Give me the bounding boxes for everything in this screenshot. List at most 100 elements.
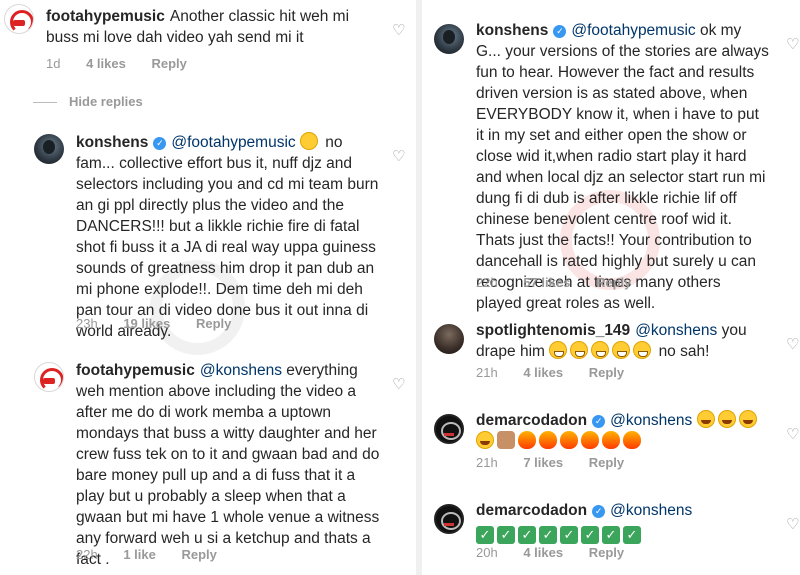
- comment-body: footahypemusic Another classic hit weh mi…: [46, 6, 380, 48]
- comment: spotlightenomis_149 @konshens you drape h…: [434, 320, 800, 390]
- comments-column-right: konshens ✓ @footahypemusic ok my G... your…: [422, 0, 800, 575]
- username[interactable]: demarcodadon: [476, 412, 587, 429]
- reply-button[interactable]: Reply: [181, 547, 216, 562]
- reply-button[interactable]: Reply: [589, 455, 624, 470]
- joy-emoji-icon: [738, 410, 757, 428]
- fire-emoji-icon: [539, 431, 557, 449]
- reply-button[interactable]: Reply: [589, 545, 624, 560]
- comment-meta: 20h 4 likes Reply: [476, 545, 646, 560]
- comment: konshens ✓ @footahypemusic ok my G... your…: [434, 20, 800, 312]
- check-mark-emoji-icon: ✓: [539, 526, 557, 544]
- mention-link[interactable]: @footahypemusic: [571, 22, 695, 39]
- timestamp: 21h: [476, 365, 498, 380]
- avatar[interactable]: [434, 414, 464, 444]
- likes-count[interactable]: 19 likes: [123, 316, 170, 331]
- fire-emoji-icon: [623, 431, 641, 449]
- mention-link[interactable]: @konshens: [610, 412, 692, 429]
- verified-icon: ✓: [592, 505, 606, 518]
- mention-link[interactable]: @konshens: [200, 362, 282, 379]
- timestamp: 20h: [476, 545, 498, 560]
- verified-icon: ✓: [592, 415, 606, 428]
- username[interactable]: konshens: [76, 134, 148, 151]
- mention-link[interactable]: @footahypemusic: [171, 134, 295, 151]
- fire-emoji-icon: [602, 431, 620, 449]
- likes-count[interactable]: 4 likes: [86, 56, 126, 71]
- fire-emoji-icon: [518, 431, 536, 449]
- username[interactable]: footahypemusic: [46, 8, 165, 25]
- raised-hands-emoji-icon: [497, 431, 515, 449]
- avatar[interactable]: [34, 362, 64, 392]
- avatar[interactable]: [434, 324, 464, 354]
- heart-outline-icon[interactable]: ♡: [786, 427, 800, 442]
- heart-outline-icon[interactable]: ♡: [786, 37, 800, 52]
- heart-outline-icon[interactable]: ♡: [392, 149, 406, 164]
- likes-count[interactable]: 57 likes: [523, 275, 570, 290]
- likes-count[interactable]: 7 likes: [523, 455, 563, 470]
- comment-text: no fam... collective effort bus it, nuff…: [76, 134, 379, 340]
- fire-emoji-icon: [560, 431, 578, 449]
- username[interactable]: demarcodadon: [476, 502, 587, 519]
- heart-outline-icon[interactable]: ♡: [392, 23, 406, 38]
- likes-count[interactable]: 4 likes: [523, 365, 563, 380]
- check-mark-emoji-icon: ✓: [518, 526, 536, 544]
- avatar[interactable]: [4, 4, 34, 34]
- timestamp: 1d: [46, 56, 61, 71]
- username[interactable]: spotlightenomis_149: [476, 322, 630, 339]
- check-mark-emoji-icon: ✓: [497, 526, 515, 544]
- timestamp: 22h: [76, 547, 98, 562]
- username[interactable]: konshens: [476, 22, 548, 39]
- mention-link[interactable]: @konshens: [635, 322, 717, 339]
- comment-meta: 22h 1 like Reply: [76, 547, 239, 562]
- grin-emoji-icon: [633, 341, 652, 359]
- joy-emoji-icon: [717, 410, 736, 428]
- mention-link[interactable]: @konshens: [610, 502, 692, 519]
- comment-meta: 23h 19 likes Reply: [76, 316, 253, 331]
- comment: footahypemusic Another classic hit weh mi…: [4, 0, 416, 80]
- comment-meta: 21h 4 likes Reply: [476, 365, 646, 380]
- heart-outline-icon[interactable]: ♡: [786, 337, 800, 352]
- check-mark-emoji-icon: ✓: [602, 526, 620, 544]
- comment: demarcodadon ✓ @konshens ✓ ✓ ✓ ✓ ✓ ✓ ✓ ✓ ♡ 20h 4 …: [434, 500, 800, 570]
- grin-emoji-icon: [591, 341, 610, 359]
- comment-body: demarcodadon ✓ @konshens ✓ ✓ ✓ ✓ ✓ ✓ ✓ ✓: [476, 500, 770, 544]
- comment-meta: 1d 4 likes Reply: [46, 56, 209, 71]
- comment-body: konshens ✓ @footahypemusic no fam... colle…: [76, 132, 382, 342]
- avatar[interactable]: [434, 24, 464, 54]
- reply-button[interactable]: Reply: [589, 365, 624, 380]
- grin-emoji-icon: [612, 341, 631, 359]
- comment-body: demarcodadon ✓ @konshens: [476, 410, 770, 452]
- comment-body: spotlightenomis_149 @konshens you drape h…: [476, 320, 770, 362]
- comment: footahypemusic @konshens everything weh m…: [34, 358, 416, 568]
- reply-button[interactable]: Reply: [151, 56, 186, 71]
- heart-outline-icon[interactable]: ♡: [786, 517, 800, 532]
- grin-emoji-icon: [549, 341, 568, 359]
- likes-count[interactable]: 4 likes: [523, 545, 563, 560]
- heart-outline-icon[interactable]: ♡: [392, 377, 406, 392]
- reply-button[interactable]: Reply: [596, 275, 631, 290]
- username[interactable]: footahypemusic: [76, 362, 195, 379]
- fire-emoji-icon: [581, 431, 599, 449]
- smile-emoji-icon: [299, 132, 318, 150]
- joy-emoji-icon: [696, 410, 715, 428]
- grin-emoji-icon: [570, 341, 589, 359]
- check-mark-emoji-icon: ✓: [476, 526, 494, 544]
- comment-text: everything weh mention above including t…: [76, 362, 380, 568]
- verified-icon: ✓: [153, 137, 167, 150]
- hide-replies-button[interactable]: Hide replies: [33, 94, 143, 109]
- likes-count[interactable]: 1 like: [123, 547, 156, 562]
- verified-icon: ✓: [553, 25, 567, 38]
- comment-body: footahypemusic @konshens everything weh m…: [76, 360, 382, 570]
- comment: demarcodadon ✓ @konshens ♡ 21h 7 likes Rep…: [434, 410, 800, 480]
- check-mark-emoji-icon: ✓: [560, 526, 578, 544]
- comments-column-left: footahypemusic Another classic hit weh mi…: [0, 0, 416, 575]
- comment-text: no sah!: [658, 343, 710, 360]
- avatar[interactable]: [434, 504, 464, 534]
- comment-meta: 22h 57 likes Reply: [476, 275, 653, 290]
- reply-button[interactable]: Reply: [196, 316, 231, 331]
- comment-body: konshens ✓ @footahypemusic ok my G... your…: [476, 20, 770, 314]
- avatar[interactable]: [34, 134, 64, 164]
- timestamp: 22h: [476, 275, 498, 290]
- comment-meta: 21h 7 likes Reply: [476, 455, 646, 470]
- timestamp: 23h: [76, 316, 98, 331]
- comment: konshens ✓ @footahypemusic no fam... colle…: [34, 130, 416, 340]
